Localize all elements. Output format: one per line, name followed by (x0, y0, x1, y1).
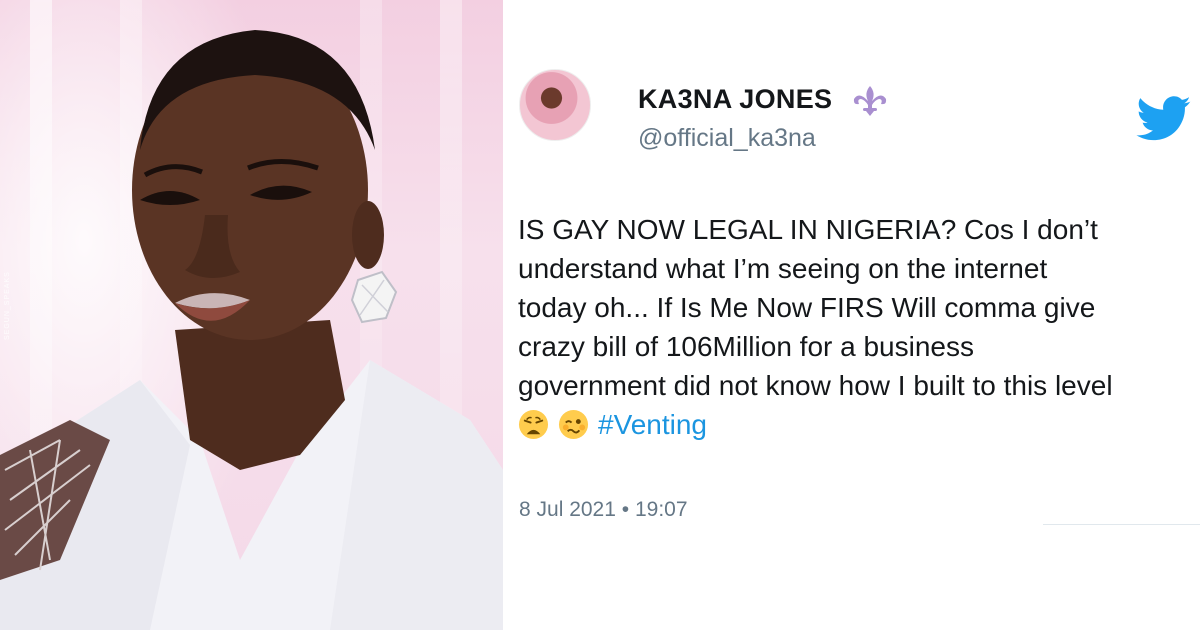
divider (1043, 524, 1200, 525)
profile-photo: SEGUN_SPEAKS (0, 0, 503, 630)
hashtag-link[interactable]: #Venting (598, 409, 707, 440)
tweet-line: crazy bill of 106Million for a business (518, 331, 974, 362)
tweet-emoji-line: #Venting (518, 405, 1178, 444)
tweet-line: understand what I’m seeing on the intern… (518, 253, 1048, 284)
portrait-illustration (0, 30, 503, 630)
user-handle[interactable]: @official_ka3na (638, 124, 816, 153)
twitter-bird-icon[interactable] (1136, 96, 1192, 142)
display-name[interactable]: KA3NA JONES (638, 84, 832, 115)
tweet-time: 19:07 (634, 498, 688, 521)
tweet-line: IS GAY NOW LEGAL IN NIGERIA? Cos I don’t (518, 214, 1098, 245)
woozy-face-emoji (558, 409, 589, 440)
tweet-line: today oh... If Is Me Now FIRS Will comma… (518, 292, 1096, 323)
tweet-timestamp[interactable]: 8 Jul 2021 • 19:07 (519, 498, 688, 522)
tweet-card: KA3NA JONES @official_ka3na IS GAY NOW L… (503, 0, 1200, 630)
photo-credit: SEGUN_SPEAKS (4, 271, 11, 340)
fleur-de-lis-icon (853, 86, 887, 116)
tweet-date: 8 Jul 2021 (519, 498, 616, 521)
weary-face-emoji (518, 409, 549, 440)
timestamp-separator: • (621, 498, 630, 521)
tweet-line: government did not know how I built to t… (518, 370, 1113, 401)
tweet-text: IS GAY NOW LEGAL IN NIGERIA? Cos I don’t… (518, 210, 1178, 444)
avatar[interactable] (519, 69, 591, 141)
